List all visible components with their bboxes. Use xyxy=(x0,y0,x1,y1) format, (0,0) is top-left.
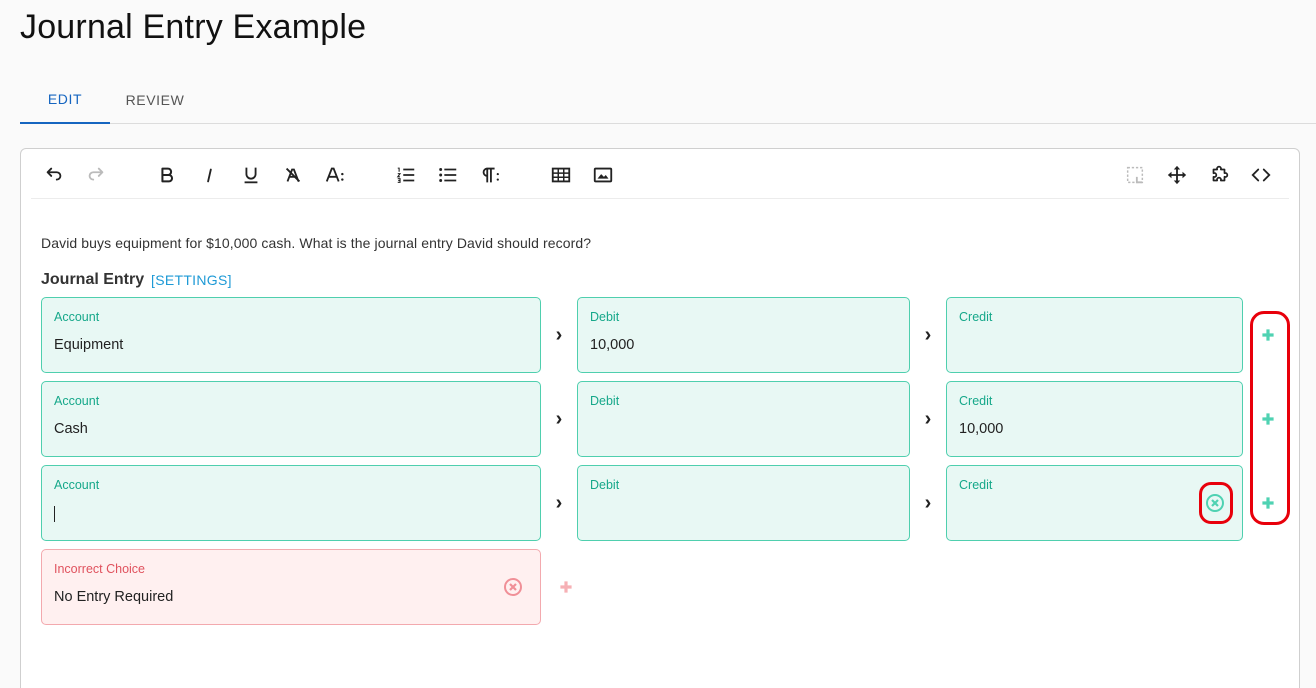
toolbar-divider xyxy=(31,198,1289,199)
account-field[interactable]: Account Equipment xyxy=(41,297,541,373)
add-choice-icon[interactable] xyxy=(556,577,576,597)
underline-icon[interactable] xyxy=(238,162,264,188)
text-cursor xyxy=(54,506,55,522)
highlight-add-buttons xyxy=(1250,311,1290,525)
tab-review[interactable]: REVIEW xyxy=(110,76,200,123)
account-label: Account xyxy=(54,394,100,408)
credit-label: Credit xyxy=(959,310,993,324)
clear-format-icon[interactable] xyxy=(280,162,306,188)
numbered-list-icon[interactable] xyxy=(393,162,419,188)
account-field[interactable]: Account Cash xyxy=(41,381,541,457)
debit-value: 10,000 xyxy=(590,337,635,353)
move-icon[interactable] xyxy=(1164,162,1190,188)
settings-link[interactable]: [SETTINGS] xyxy=(151,272,232,288)
incorrect-choice-value: No Entry Required xyxy=(54,589,174,605)
chevron-right-icon: › xyxy=(924,407,932,430)
account-field[interactable]: Account xyxy=(41,465,541,541)
select-icon[interactable] xyxy=(1122,162,1148,188)
incorrect-choice-field[interactable]: Incorrect Choice No Entry Required xyxy=(41,549,541,625)
chevron-right-icon: › xyxy=(924,491,932,514)
account-label: Account xyxy=(54,478,100,492)
debit-label: Debit xyxy=(590,310,620,324)
tab-edit[interactable]: EDIT xyxy=(20,76,110,124)
debit-label: Debit xyxy=(590,394,620,408)
image-icon[interactable] xyxy=(590,162,616,188)
debit-label: Debit xyxy=(590,478,620,492)
incorrect-choice-label: Incorrect Choice xyxy=(54,562,146,576)
bulleted-list-icon[interactable] xyxy=(435,162,461,188)
credit-field[interactable]: Credit 10,000 xyxy=(946,381,1243,457)
undo-icon[interactable] xyxy=(41,162,67,188)
highlight-remove-button xyxy=(1199,482,1233,524)
chevron-right-icon: › xyxy=(555,323,563,346)
account-value: Cash xyxy=(54,421,88,437)
journal-entry-title: Journal Entry xyxy=(41,271,145,288)
page-title: Journal Entry Example xyxy=(20,8,367,46)
paragraph-icon[interactable] xyxy=(477,162,503,188)
credit-label: Credit xyxy=(959,478,993,492)
credit-label: Credit xyxy=(959,394,993,408)
table-icon[interactable] xyxy=(548,162,574,188)
tab-bar: EDIT REVIEW xyxy=(20,76,1316,124)
remove-choice-icon[interactable] xyxy=(503,577,523,597)
debit-field[interactable]: Debit xyxy=(577,465,910,541)
text-size-icon[interactable] xyxy=(322,162,348,188)
puzzle-icon[interactable] xyxy=(1206,162,1232,188)
chevron-right-icon: › xyxy=(555,407,563,430)
credit-value: 10,000 xyxy=(959,421,1004,437)
question-text: David buys equipment for $10,000 cash. W… xyxy=(41,235,592,251)
debit-field[interactable]: Debit xyxy=(577,381,910,457)
account-value: Equipment xyxy=(54,337,124,353)
chevron-right-icon: › xyxy=(555,491,563,514)
italic-icon[interactable] xyxy=(196,162,222,188)
bold-icon[interactable] xyxy=(154,162,180,188)
credit-field[interactable]: Credit xyxy=(946,297,1243,373)
chevron-right-icon: › xyxy=(924,323,932,346)
editor-panel: David buys equipment for $10,000 cash. W… xyxy=(20,148,1300,688)
debit-field[interactable]: Debit 10,000 xyxy=(577,297,910,373)
redo-icon[interactable] xyxy=(83,162,109,188)
code-icon[interactable] xyxy=(1248,162,1274,188)
editor-toolbar xyxy=(21,149,1299,199)
account-label: Account xyxy=(54,310,100,324)
